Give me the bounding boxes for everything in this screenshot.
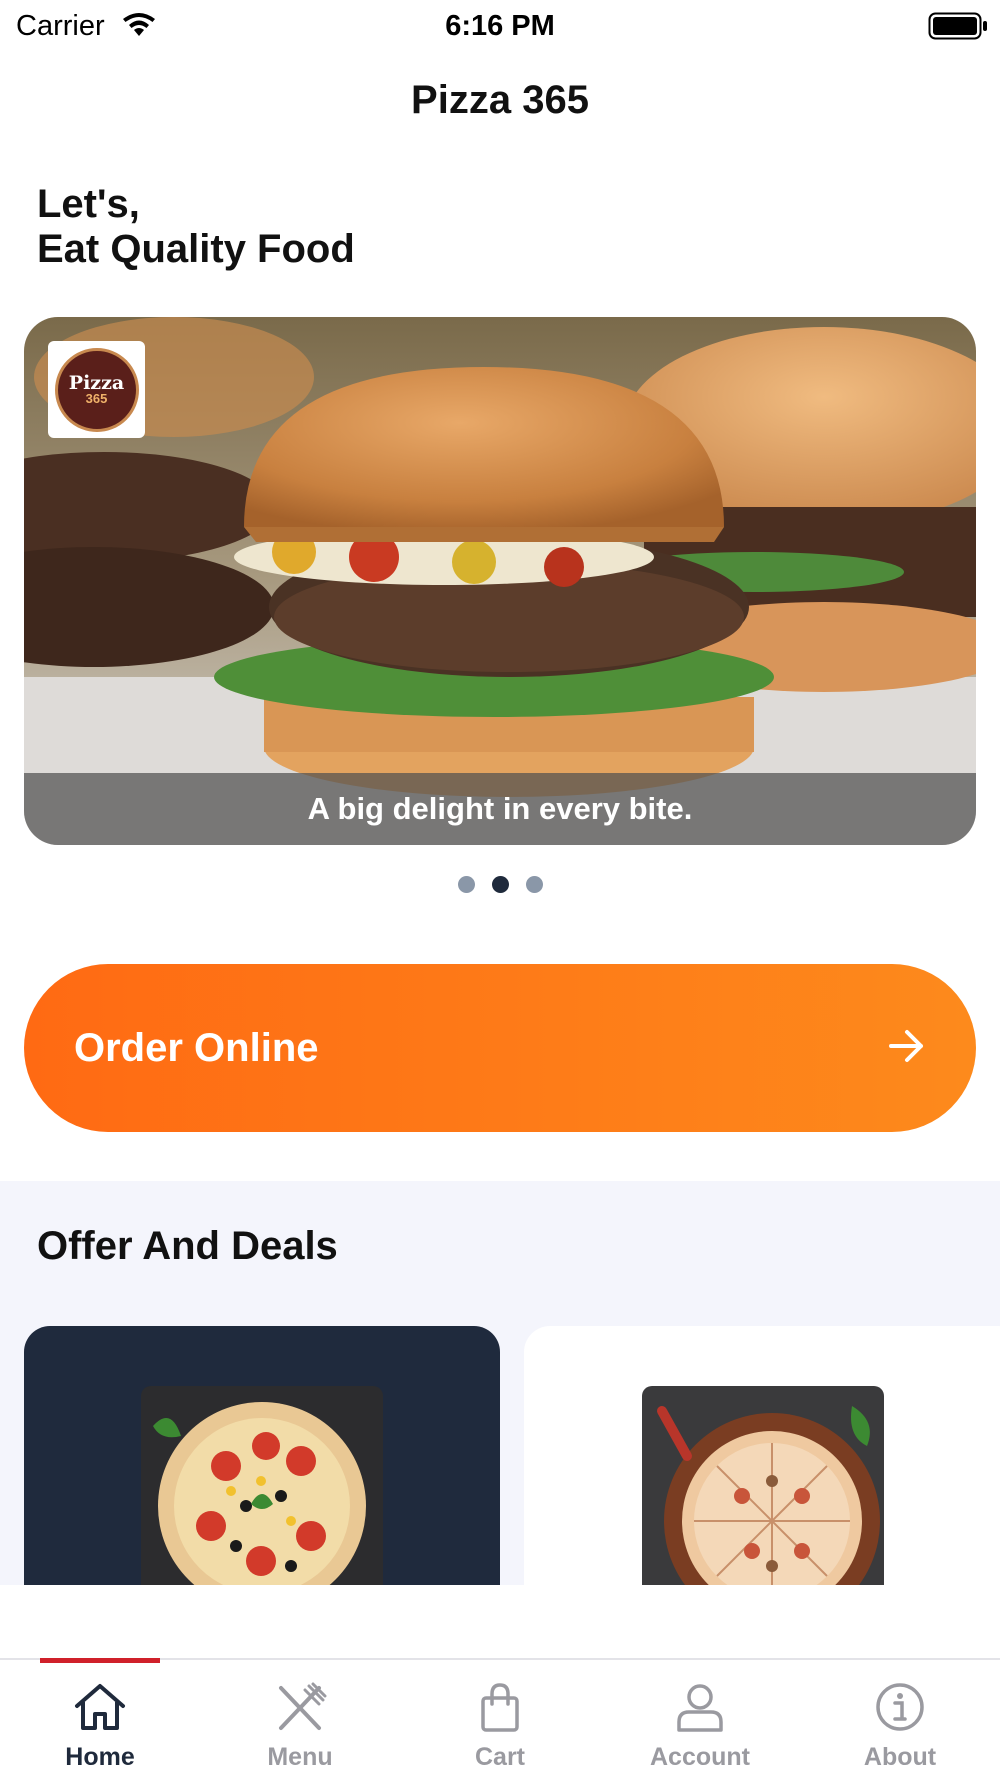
tab-bar: Home Menu Cart Account About [0, 1658, 1000, 1778]
logo-mark: Pizza 365 [54, 347, 139, 432]
order-online-button[interactable]: Order Online [24, 964, 976, 1132]
burger-image [24, 317, 976, 845]
tab-account[interactable]: Account [600, 1660, 800, 1778]
pizza-image [642, 1386, 884, 1585]
order-online-label: Order Online [74, 1025, 319, 1070]
pizza-image [141, 1386, 383, 1585]
greeting: Let's, Eat Quality Food [37, 182, 355, 272]
offers-title: Offer And Deals [37, 1224, 338, 1268]
tab-label: About [863, 1743, 937, 1771]
user-icon [673, 1682, 727, 1737]
page-dot[interactable] [525, 876, 543, 893]
battery-icon [928, 12, 988, 45]
tab-about[interactable]: About [800, 1660, 1000, 1778]
tab-cart[interactable]: Cart [400, 1660, 600, 1778]
clock: 6:16 PM [445, 10, 555, 42]
active-tab-indicator [40, 1658, 160, 1663]
offer-card[interactable] [24, 1326, 500, 1585]
status-bar: Carrier 6:16 PM [0, 0, 1000, 52]
greeting-line-2: Eat Quality Food [37, 227, 355, 271]
home-icon [73, 1682, 127, 1737]
brand-logo: Pizza 365 [48, 341, 145, 438]
page-dot[interactable] [457, 876, 475, 893]
logo-number: 365 [85, 390, 108, 406]
carousel-page-indicator[interactable] [0, 876, 1000, 893]
carousel-caption: A big delight in every bite. [24, 773, 976, 845]
fork-knife-icon [273, 1682, 327, 1737]
promo-carousel[interactable]: Pizza 365 A big delight in every bite. [24, 317, 976, 845]
tab-label: Home [65, 1743, 135, 1771]
greeting-line-1: Let's, [37, 182, 140, 226]
tab-home[interactable]: Home [0, 1658, 200, 1778]
tab-label: Cart [474, 1743, 525, 1771]
shopping-bag-icon [473, 1682, 527, 1737]
tab-menu[interactable]: Menu [200, 1660, 400, 1778]
tab-label: Menu [267, 1743, 333, 1771]
offer-card[interactable] [524, 1326, 1000, 1585]
logo-text: Pizza [68, 371, 125, 394]
arrow-right-icon [888, 1029, 926, 1068]
page-title: Pizza 365 [411, 78, 589, 122]
carousel-caption-text: A big delight in every bite. [307, 791, 693, 826]
tab-label: Account [650, 1743, 750, 1771]
info-icon [873, 1682, 927, 1737]
page-dot-active[interactable] [491, 876, 509, 893]
home-screen: Carrier 6:16 PM Pizza 365 Let's, Eat Qua… [0, 0, 1000, 1778]
offers-section: Offer And Deals [0, 1181, 1000, 1585]
